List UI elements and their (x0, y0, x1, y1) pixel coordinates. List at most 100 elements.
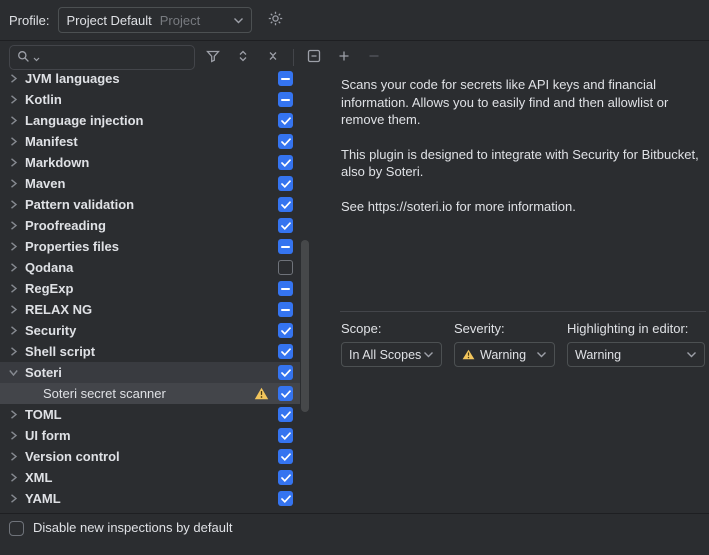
inspection-checkbox[interactable] (278, 323, 293, 338)
box-minus-icon (306, 48, 322, 67)
tree-row-pattern-validation[interactable]: Pattern validation (0, 194, 300, 215)
tree-item-label: Soteri (25, 365, 62, 380)
tree-row-jvm-languages[interactable]: JVM languages (0, 68, 300, 89)
chevron-collapsed-icon[interactable] (7, 346, 20, 358)
chevron-collapsed-icon[interactable] (7, 430, 20, 442)
severity-dropdown[interactable]: Warning (454, 342, 555, 367)
inspection-checkbox[interactable] (278, 218, 293, 233)
inspection-checkbox[interactable] (278, 407, 293, 422)
profile-label: Profile: (9, 13, 49, 28)
inspection-checkbox[interactable] (278, 260, 293, 275)
chevron-collapsed-icon[interactable] (7, 304, 20, 316)
tree-row-regexp[interactable]: RegExp (0, 278, 300, 299)
inspection-checkbox[interactable] (278, 449, 293, 464)
tree-row-qodana[interactable]: Qodana (0, 257, 300, 278)
tree-row-version-control[interactable]: Version control (0, 446, 300, 467)
expand-all-icon (235, 48, 251, 67)
tree-row-proofreading[interactable]: Proofreading (0, 215, 300, 236)
chevron-collapsed-icon[interactable] (7, 157, 20, 169)
tree-row-security[interactable]: Security (0, 320, 300, 341)
tree-row-shell-script[interactable]: Shell script (0, 341, 300, 362)
add-button[interactable] (332, 46, 356, 70)
inspection-checkbox[interactable] (278, 470, 293, 485)
search-field[interactable] (9, 45, 195, 70)
tree-row-soteri[interactable]: Soteri (0, 362, 300, 383)
profile-settings-button[interactable] (265, 8, 286, 32)
tree-row-ui-form[interactable]: UI form (0, 425, 300, 446)
chevron-collapsed-icon[interactable] (7, 178, 20, 190)
tree-row-properties-files[interactable]: Properties files (0, 236, 300, 257)
inspection-tree: JVM languagesKotlinLanguage injectionMan… (0, 68, 300, 513)
tree-item-label: Security (25, 323, 76, 338)
disable-new-inspections-label: Disable new inspections by default (33, 520, 232, 535)
highlighting-dropdown[interactable]: Warning (567, 342, 705, 367)
inspection-checkbox[interactable] (278, 134, 293, 149)
scope-dropdown[interactable]: In All Scopes (341, 342, 442, 367)
tree-item-label: Markdown (25, 155, 89, 170)
tree-row-kotlin[interactable]: Kotlin (0, 89, 300, 110)
chevron-down-icon (536, 351, 547, 358)
chevron-collapsed-icon[interactable] (7, 136, 20, 148)
tree-row-soteri-secret-scanner[interactable]: Soteri secret scanner (0, 383, 300, 404)
inspection-checkbox[interactable] (278, 302, 293, 317)
inspection-checkbox[interactable] (278, 365, 293, 380)
profile-scope-hint: Project (160, 13, 200, 28)
chevron-collapsed-icon[interactable] (7, 262, 20, 274)
chevron-collapsed-icon[interactable] (7, 73, 20, 85)
chevron-collapsed-icon[interactable] (7, 115, 20, 127)
tree-row-toml[interactable]: TOML (0, 404, 300, 425)
inspection-checkbox[interactable] (278, 281, 293, 296)
tree-item-label: YAML (25, 491, 61, 506)
inspection-checkbox[interactable] (278, 197, 293, 212)
chevron-collapsed-icon[interactable] (7, 220, 20, 232)
tree-row-relax-ng[interactable]: RELAX NG (0, 299, 300, 320)
inspection-checkbox[interactable] (278, 71, 293, 86)
tree-item-label: Proofreading (25, 218, 106, 233)
chevron-collapsed-icon[interactable] (7, 199, 20, 211)
inspection-checkbox[interactable] (278, 428, 293, 443)
tree-item-label: XML (25, 470, 52, 485)
chevron-expanded-icon[interactable] (7, 367, 20, 379)
severity-label: Severity: (454, 321, 555, 336)
chevron-collapsed-icon[interactable] (7, 325, 20, 337)
tree-item-label: Shell script (25, 344, 95, 359)
search-history-chevron-icon[interactable] (33, 50, 40, 65)
tree-row-yaml[interactable]: YAML (0, 488, 300, 509)
collapse-all-button[interactable] (261, 46, 285, 70)
tree-scrollbar-thumb[interactable] (301, 240, 309, 412)
gear-icon (267, 10, 284, 30)
chevron-collapsed-icon[interactable] (7, 283, 20, 295)
inspection-checkbox[interactable] (278, 344, 293, 359)
inspection-checkbox[interactable] (278, 491, 293, 506)
remove-button[interactable] (362, 46, 386, 70)
tree-row-markdown[interactable]: Markdown (0, 152, 300, 173)
chevron-collapsed-icon[interactable] (7, 493, 20, 505)
profile-combobox[interactable]: Project Default Project (58, 7, 252, 33)
chevron-down-icon (686, 351, 697, 358)
description-paragraph: Scans your code for secrets like API key… (341, 76, 707, 129)
reset-profile-button[interactable] (302, 46, 326, 70)
chevron-collapsed-icon[interactable] (7, 472, 20, 484)
chevron-collapsed-icon[interactable] (7, 409, 20, 421)
inspection-checkbox[interactable] (278, 113, 293, 128)
search-input[interactable] (42, 49, 178, 66)
inspection-checkbox[interactable] (278, 92, 293, 107)
tree-row-maven[interactable]: Maven (0, 173, 300, 194)
tree-row-manifest[interactable]: Manifest (0, 131, 300, 152)
scope-label: Scope: (341, 321, 442, 336)
expand-all-button[interactable] (231, 46, 255, 70)
inspection-checkbox[interactable] (278, 155, 293, 170)
tree-row-language-injection[interactable]: Language injection (0, 110, 300, 131)
collapse-all-icon (265, 48, 281, 67)
filter-button[interactable] (201, 46, 225, 70)
chevron-collapsed-icon[interactable] (7, 94, 20, 106)
inspection-checkbox[interactable] (278, 239, 293, 254)
chevron-collapsed-icon[interactable] (7, 451, 20, 463)
inspection-checkbox[interactable] (278, 386, 293, 401)
tree-row-xml[interactable]: XML (0, 467, 300, 488)
chevron-collapsed-icon[interactable] (7, 241, 20, 253)
tree-item-label: Properties files (25, 239, 119, 254)
disable-new-inspections-checkbox[interactable] (9, 521, 24, 536)
tree-item-label: RELAX NG (25, 302, 92, 317)
inspection-checkbox[interactable] (278, 176, 293, 191)
